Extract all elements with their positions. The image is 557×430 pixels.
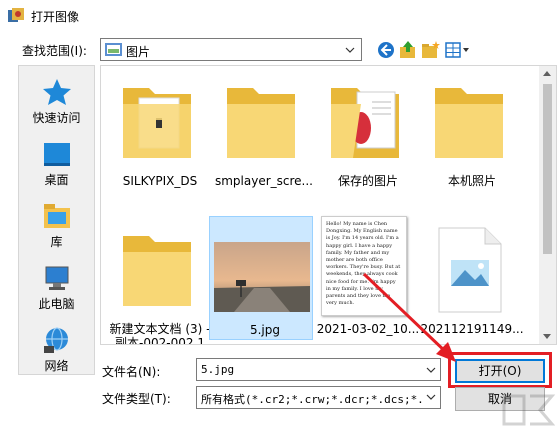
folder-with-strawberry-icon xyxy=(331,88,399,158)
chevron-down-icon xyxy=(426,394,436,400)
place-label: 桌面 xyxy=(44,173,69,187)
file-list[interactable]: SILKYPIX_DS smplayer_scre... 保存的图片 本机照片 xyxy=(100,65,557,345)
filetype-label: 文件类型(T): xyxy=(102,392,171,406)
desktop-icon xyxy=(43,143,70,166)
title-bar: 打开图像 xyxy=(0,0,557,32)
back-icon[interactable] xyxy=(376,40,396,60)
file-name: 本机照片 xyxy=(447,174,496,188)
annotation-arrow-icon xyxy=(362,272,456,362)
scroll-up-arrow-icon[interactable] xyxy=(543,71,551,76)
folder-icon xyxy=(435,88,503,158)
file-item-folder[interactable]: 新建文本文档 (3) - 副本-002-002 1 xyxy=(105,216,210,344)
scroll-down-arrow-icon[interactable] xyxy=(543,334,551,339)
place-label: 此电脑 xyxy=(38,297,75,311)
file-name: 保存的图片 xyxy=(337,174,398,188)
folder-icon xyxy=(123,88,191,158)
library-icon xyxy=(43,204,70,228)
file-item-folder[interactable]: 本机照片 xyxy=(417,68,521,196)
vertical-scrollbar[interactable] xyxy=(539,66,556,344)
watermark-logo xyxy=(502,394,556,426)
app-icon xyxy=(8,8,24,22)
place-libraries[interactable]: 库 xyxy=(19,196,94,258)
computer-icon xyxy=(45,266,68,290)
look-in-dropdown[interactable]: 图片 xyxy=(100,38,362,61)
file-item-folder[interactable]: smplayer_scre... xyxy=(209,68,313,196)
filetype-chevron[interactable] xyxy=(422,387,440,408)
view-menu-icon[interactable] xyxy=(444,40,472,60)
star-icon xyxy=(42,79,71,105)
filename-label: 文件名(N): xyxy=(102,365,161,379)
file-name: 5.jpg xyxy=(249,323,281,337)
place-network[interactable]: 网络 xyxy=(19,320,94,382)
window-title: 打开图像 xyxy=(31,10,80,24)
filetype-dropdown[interactable]: 所有格式(*.cr2;*.crw;*.dcr;*.dcs;*.dn xyxy=(196,386,441,409)
folder-icon xyxy=(227,88,295,158)
filetype-value: 所有格式(*.cr2;*.crw;*.dcr;*.dcs;*.dn xyxy=(201,393,438,406)
chevron-down-icon xyxy=(345,47,355,53)
up-folder-icon[interactable] xyxy=(398,40,418,60)
place-quick-access[interactable]: 快速访问 xyxy=(19,72,94,134)
new-folder-icon[interactable] xyxy=(420,40,440,60)
chevron-down-icon[interactable] xyxy=(426,365,436,375)
place-this-pc[interactable]: 此电脑 xyxy=(19,258,94,320)
file-item-folder[interactable]: SILKYPIX_DS xyxy=(105,68,209,196)
place-desktop[interactable]: 桌面 xyxy=(19,134,94,196)
file-name: 新建文本文档 (3) - 副本-002-002 1 xyxy=(109,322,211,345)
file-item-folder[interactable]: 保存的图片 xyxy=(313,68,417,196)
place-label: 库 xyxy=(50,235,63,249)
filename-value: 5.jpg xyxy=(201,363,235,376)
place-label: 网络 xyxy=(44,359,69,373)
network-icon xyxy=(43,327,68,353)
places-bar: 快速访问 桌面 库 此电脑 网络 xyxy=(18,65,95,375)
look-in-value: 图片 xyxy=(126,45,151,59)
place-label: 快速访问 xyxy=(32,111,81,125)
file-item-image-selected[interactable]: 5.jpg xyxy=(209,216,313,340)
file-name: SILKYPIX_DS xyxy=(122,174,198,188)
folder-icon xyxy=(123,236,191,306)
file-name: smplayer_scre... xyxy=(214,174,313,188)
look-in-label: 查找范围(I): xyxy=(22,44,87,58)
pictures-folder-icon xyxy=(105,43,122,56)
image-thumbnail xyxy=(214,242,310,312)
scroll-thumb[interactable] xyxy=(543,84,552,254)
